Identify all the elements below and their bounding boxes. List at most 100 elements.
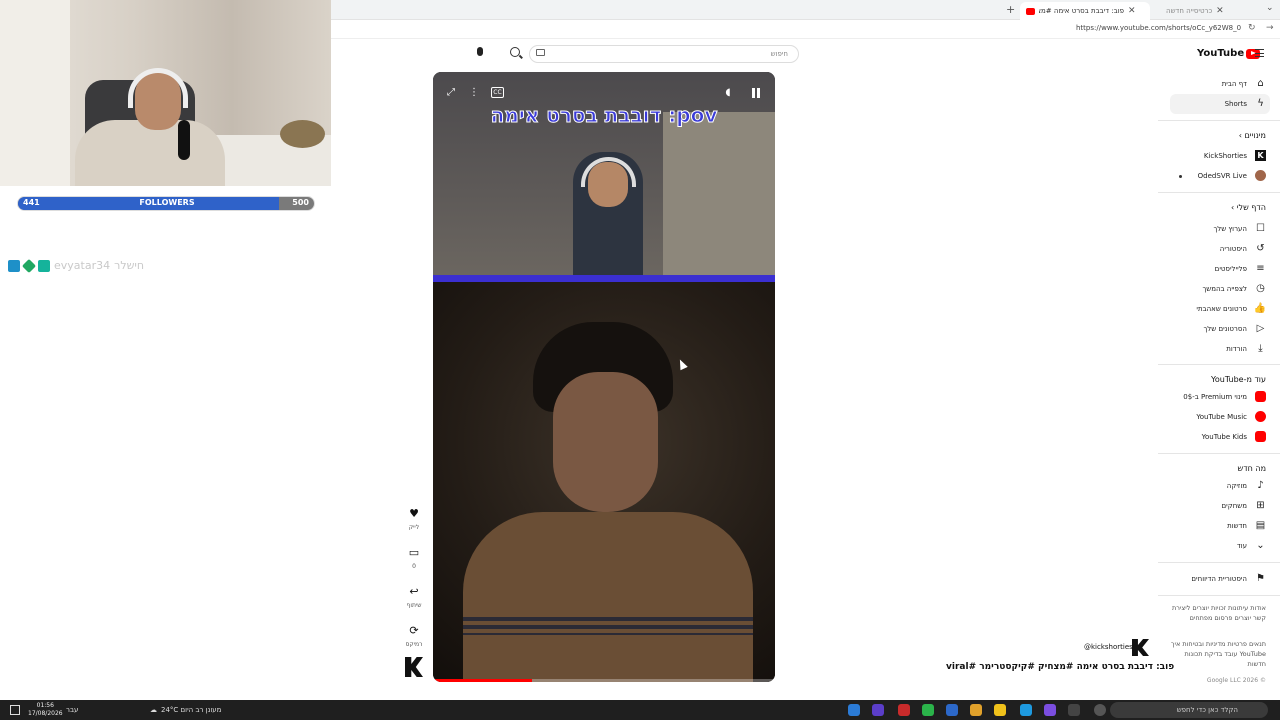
- reload-icon[interactable]: ↻: [1248, 23, 1256, 33]
- kick-channel-icon[interactable]: [405, 657, 423, 677]
- chat-username: evyatar34: [54, 259, 111, 272]
- sidebar-item-downloads[interactable]: ⤓ הורדות: [1226, 343, 1266, 354]
- thumbs-up-icon: 👍: [1253, 303, 1266, 314]
- sidebar-item-label: עוד: [1236, 541, 1247, 550]
- youtube-kids-icon: [1255, 431, 1266, 442]
- divider: [1158, 453, 1280, 454]
- sidebar-item-watch-later[interactable]: ◷ לצפייה בהמשך: [1202, 283, 1266, 294]
- sidebar-item-label: Shorts: [1224, 99, 1247, 108]
- channel-handle[interactable]: @kickshorties: [1084, 643, 1133, 651]
- youtube-favicon-icon: [1026, 7, 1035, 15]
- sidebar-item-your-channel[interactable]: ☐ הערוץ שלך: [1213, 223, 1266, 234]
- copyright: © 2026 Google LLC: [1206, 677, 1266, 684]
- footer-links-2[interactable]: תנאים פרטיות מדיניות ובטיחות איך YouTube…: [1166, 639, 1266, 669]
- taskbar-app-icon[interactable]: [970, 704, 982, 716]
- sidebar-item-music[interactable]: YouTube Music: [1196, 411, 1266, 422]
- tab-list-icon[interactable]: ⌄: [1266, 3, 1274, 13]
- comment-count: 0: [412, 563, 416, 570]
- sidebar-item-music-explore[interactable]: ♪ מוזיקה: [1227, 480, 1266, 491]
- taskbar-app-icon[interactable]: [848, 704, 860, 716]
- weather-widget[interactable]: ☁ 24°C מעונן רב היום: [150, 706, 221, 714]
- sidebar-item-premium[interactable]: מינוי Premium ב-0$: [1183, 391, 1266, 402]
- url-field[interactable]: https://www.youtube.com/shorts/oCc_y62W8…: [1076, 24, 1241, 32]
- video-title: פוב: דיבבת בסרט אימה #מצחיק #קיקסטרימר #…: [946, 662, 1175, 672]
- sidebar-item-playlists[interactable]: ≡ פלייליסטים: [1215, 263, 1266, 274]
- kick-avatar-icon: K: [1255, 150, 1266, 161]
- edge-icon[interactable]: [1020, 704, 1032, 716]
- start-icon[interactable]: [10, 705, 20, 715]
- menu-icon[interactable]: [1255, 49, 1264, 57]
- logo-text: YouTube: [1197, 48, 1245, 59]
- voice-search-icon[interactable]: [477, 47, 483, 56]
- captions-icon[interactable]: CC: [491, 87, 504, 98]
- history-icon: ↺: [1256, 243, 1265, 254]
- sidebar-item-more[interactable]: ⌄ עוד: [1237, 540, 1266, 551]
- sidebar-item-odedsvr[interactable]: OdedSVR Live: [1198, 170, 1266, 181]
- taskbar-app-icon[interactable]: [1044, 704, 1056, 716]
- share-label: שיתוף: [406, 602, 422, 609]
- sidebar-item-label: הסרטונים שלך: [1203, 324, 1247, 333]
- sidebar-item-liked[interactable]: 👍 סרטונים שאהבתי: [1196, 303, 1266, 314]
- channel-avatar[interactable]: [1132, 639, 1149, 656]
- sidebar-item-label: OdedSVR Live: [1197, 171, 1247, 180]
- gamepad-icon: ⊞: [1256, 500, 1265, 511]
- comment-button[interactable]: ▭ 0: [403, 546, 425, 570]
- badge-icon: [21, 258, 37, 273]
- more-from-heading: עוד מ-YouTube: [1211, 375, 1266, 384]
- sidebar-item-label: KickShorties: [1203, 151, 1247, 160]
- you-heading[interactable]: הדף שלי ›: [1231, 203, 1266, 212]
- taskbar-app-icon[interactable]: [872, 704, 884, 716]
- share-button[interactable]: ↩ שיתוף: [403, 585, 425, 609]
- shorts-video-player[interactable]: דובבת בסרט אימה :pov ⤢ ⋮ CC ◖: [433, 72, 775, 682]
- followers-goal: 500: [292, 198, 309, 207]
- sidebar-item-label: הורדות: [1226, 344, 1247, 353]
- you-heading-label: הדף שלי: [1236, 203, 1266, 212]
- taskbar-app-icon[interactable]: [946, 704, 958, 716]
- explore-heading: מה חדש: [1237, 464, 1266, 473]
- folder-icon[interactable]: [994, 704, 1006, 716]
- tab-title: פוב: דיבבת בסרט אימה #מצחיק: [1039, 7, 1124, 15]
- search-icon[interactable]: [510, 47, 520, 57]
- keyboard-icon[interactable]: [536, 49, 545, 56]
- tab-active[interactable]: פוב: דיבבת בסרט אימה #מצחיק ✕: [1020, 2, 1150, 20]
- sidebar-item-report-history[interactable]: ⚑ היסטוריית הדיווחים: [1191, 573, 1266, 584]
- youtube-logo[interactable]: YouTube: [1197, 48, 1261, 59]
- pause-icon[interactable]: [749, 86, 763, 100]
- sidebar-item-news[interactable]: ▤ חדשות: [1227, 520, 1266, 531]
- sidebar-item-kids[interactable]: YouTube Kids: [1202, 431, 1266, 442]
- expand-icon[interactable]: ⤢: [444, 86, 458, 100]
- sidebar-item-home[interactable]: ⌂ דף הבית: [1222, 78, 1266, 89]
- taskbar-search-input[interactable]: הקלד כאן כדי לחפש: [1110, 702, 1268, 718]
- whatsapp-icon[interactable]: [922, 704, 934, 716]
- sidebar-item-kickshorties[interactable]: K KickShorties: [1204, 150, 1266, 161]
- volume-icon[interactable]: ◖: [721, 86, 735, 100]
- search-input[interactable]: חיפוש: [529, 45, 799, 63]
- language-indicator[interactable]: עבר: [66, 706, 78, 714]
- clock[interactable]: 01:56 17/08/2026: [28, 702, 63, 718]
- forward-icon[interactable]: →: [1266, 23, 1274, 33]
- remix-icon: ⟳: [409, 624, 419, 637]
- sidebar-item-shorts[interactable]: ϟ Shorts: [1225, 98, 1266, 109]
- subscriptions-heading[interactable]: מינויים ›: [1239, 131, 1266, 140]
- new-tab-icon[interactable]: +: [1006, 3, 1015, 16]
- video-progress-bar[interactable]: [433, 679, 775, 682]
- search-placeholder: חיפוש: [770, 50, 788, 58]
- close-tab-2-icon[interactable]: ✕: [1216, 6, 1224, 16]
- like-button[interactable]: ♥ לייק: [403, 507, 425, 531]
- sidebar-item-label: היסטוריה: [1219, 244, 1247, 253]
- music-note-icon: ♪: [1257, 480, 1264, 491]
- task-view-icon[interactable]: [1068, 704, 1080, 716]
- tab-inactive[interactable]: כרטיסייה חדשה ✕: [1160, 2, 1270, 20]
- taskbar-app-icon[interactable]: [898, 704, 910, 716]
- footer-links-1[interactable]: אודות עיתונות זכויות יוצרים ליצירת קשר י…: [1166, 603, 1266, 623]
- sidebar-item-gaming[interactable]: ⊞ משחקים: [1222, 500, 1266, 511]
- more-options-icon[interactable]: ⋮: [467, 86, 481, 100]
- cortana-icon[interactable]: [1094, 704, 1106, 716]
- close-tab-icon[interactable]: ✕: [1128, 6, 1136, 16]
- playlist-icon: ≡: [1256, 263, 1265, 274]
- subscriptions-heading-label: מינויים: [1244, 131, 1267, 140]
- date: 17/08/2026: [28, 710, 63, 717]
- remix-button[interactable]: ⟳ רמיקס: [403, 624, 425, 648]
- sidebar-item-your-videos[interactable]: ▷ הסרטונים שלך: [1204, 323, 1266, 334]
- sidebar-item-history[interactable]: ↺ היסטוריה: [1220, 243, 1266, 254]
